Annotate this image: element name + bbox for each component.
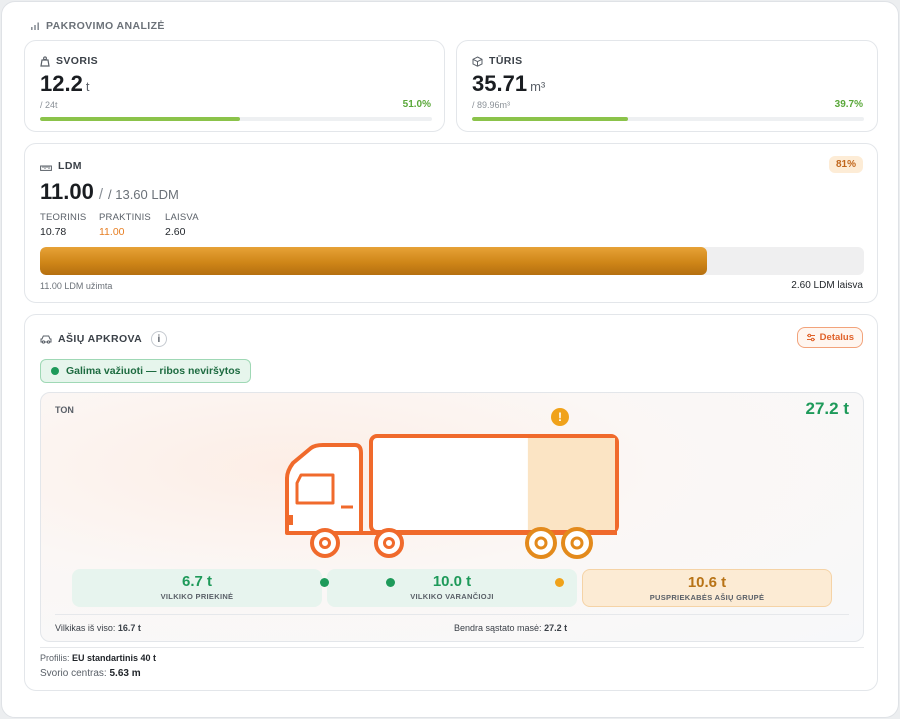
panel-title: PAKROVIMO ANALIZĖ xyxy=(46,20,165,32)
volume-label-row: TŪRIS xyxy=(472,55,523,67)
weight-progress-bar xyxy=(40,117,432,121)
combo-total: Bendra sąstato masė: 27.2 t xyxy=(454,623,567,633)
ldm-value-row: 11.00 / / 13.60 LDM xyxy=(40,179,179,205)
volume-card: TŪRIS 35.71 m³ / 89.96m³ 39.7% xyxy=(456,40,878,132)
volume-progress-bar xyxy=(472,117,864,121)
weight-icon xyxy=(40,55,50,67)
weight-label-row: SVORIS xyxy=(40,55,98,67)
ruler-icon xyxy=(40,165,52,171)
car-icon xyxy=(40,335,52,344)
profile-label: Profilis: xyxy=(40,653,70,663)
tractor-total-label: Vilkikas iš viso: xyxy=(55,623,116,633)
weight-percent: 51.0% xyxy=(402,99,431,110)
ldm-card: LDM 81% 11.00 / / 13.60 LDM TEORINIS 10.… xyxy=(24,143,878,303)
ldm-stat-value: 10.78 xyxy=(40,226,67,238)
ldm-progress-fill xyxy=(40,247,707,275)
ldm-stat-label: TEORINIS xyxy=(40,212,87,223)
axle-front-status-dot xyxy=(320,578,329,587)
bar-chart-icon xyxy=(31,22,39,30)
weight-label: SVORIS xyxy=(56,55,99,67)
info-button[interactable]: i xyxy=(151,331,168,347)
axle-load-card: AŠIŲ APKROVA i Detalus Galima važiuoti —… xyxy=(24,314,878,691)
ldm-stat-value: 2.60 xyxy=(165,226,186,238)
ldm-label-row: LDM xyxy=(40,160,82,172)
weight-unit: t xyxy=(85,79,90,94)
axle-group-name: VILKIKO PRIEKINĖ xyxy=(160,592,234,601)
profile-value: EU standartinis 40 t xyxy=(72,653,157,663)
footer-divider xyxy=(40,647,864,648)
ldm-progress-bar xyxy=(40,247,864,275)
ldm-label: LDM xyxy=(58,160,82,172)
ldm-stat-practical: PRAKTINIS 11.00 xyxy=(99,212,151,238)
weight-progress-fill xyxy=(40,117,240,121)
volume-progress-fill xyxy=(472,117,628,121)
axle-label: AŠIŲ APKROVA xyxy=(58,333,143,345)
volume-capacity: / 89.96m³ xyxy=(472,100,511,110)
weight-value-row: 12.2 t xyxy=(40,71,89,97)
axle-group-value: 10.6 t xyxy=(687,574,727,591)
analysis-panel: PAKROVIMO ANALIZĖ SVORIS 12.2 t / 24t 51.… xyxy=(1,1,899,718)
weight-card: SVORIS 12.2 t / 24t 51.0% xyxy=(24,40,445,132)
axle-trailer-status-dot xyxy=(555,578,564,587)
axle-label-row: AŠIŲ APKROVA i xyxy=(40,331,168,347)
combo-total-label: Bendra sąstato masė: xyxy=(454,623,542,633)
cog-value: 5.63 m xyxy=(109,668,141,679)
weight-value: 12.2 xyxy=(40,71,83,96)
ldm-stat-label: LAISVA xyxy=(165,212,199,223)
warning-icon[interactable]: ! xyxy=(551,408,569,426)
ldm-total: / 13.60 LDM xyxy=(108,187,179,202)
totals-divider xyxy=(55,614,849,615)
axle-group-name: VILKIKO VARANČIOJI xyxy=(410,592,494,601)
profile-row: Profilis: EU standartinis 40 t xyxy=(40,653,156,663)
volume-unit: m³ xyxy=(530,79,546,94)
volume-percent: 39.7% xyxy=(834,99,863,110)
status-text: Galima važiuoti — ribos neviršytos xyxy=(66,365,241,377)
weight-capacity: / 24t xyxy=(40,100,58,110)
box-icon xyxy=(472,55,483,67)
ldm-stat-value: 11.00 xyxy=(99,226,125,238)
axle-group-value: 10.0 t xyxy=(432,573,472,590)
ldm-value: 11.00 xyxy=(40,179,94,204)
axle-group-front: 6.7 t VILKIKO PRIEKINĖ xyxy=(72,569,322,607)
status-dot-icon xyxy=(51,367,59,375)
panel-header: PAKROVIMO ANALIZĖ xyxy=(30,20,165,32)
ldm-free-text: 2.60 LDM laisva xyxy=(791,280,863,291)
axle-group-name: PUSPRIEKABĖS AŠIŲ GRUPĖ xyxy=(649,593,765,602)
tractor-total-value: 16.7 t xyxy=(117,623,141,633)
ldm-stat-label: PRAKTINIS xyxy=(99,212,151,223)
details-button-label: Detalus xyxy=(819,332,854,343)
sliders-icon xyxy=(806,333,815,342)
total-weight: 27.2 t xyxy=(805,399,849,418)
cog-label: Svorio centras: xyxy=(40,668,107,679)
cargo-load-area xyxy=(527,438,615,530)
volume-label: TŪRIS xyxy=(489,55,523,67)
axle-group-trailer: 10.6 t PUSPRIEKABĖS AŠIŲ GRUPĖ xyxy=(582,569,832,607)
truck-icon xyxy=(285,434,619,559)
unit-label: TON xyxy=(55,405,74,415)
ldm-stat-theoretical: TEORINIS 10.78 xyxy=(40,212,86,238)
ldm-percent-badge: 81% xyxy=(828,156,863,173)
volume-value-row: 35.71 m³ xyxy=(472,71,545,97)
combo-total-value: 27.2 t xyxy=(544,623,568,633)
ldm-used-text: 11.00 LDM užimta xyxy=(40,281,113,291)
tractor-total: Vilkikas iš viso: 16.7 t xyxy=(55,623,141,633)
axle-group-drive: 10.0 t VILKIKO VARANČIOJI xyxy=(327,569,577,607)
cog-row: Svorio centras: 5.63 m xyxy=(40,668,141,679)
ldm-separator: / xyxy=(98,186,104,203)
volume-value: 35.71 xyxy=(472,71,528,96)
axle-drive-status-dot xyxy=(386,578,395,587)
status-badge: Galima važiuoti — ribos neviršytos xyxy=(40,359,252,383)
details-button[interactable]: Detalus xyxy=(796,327,863,348)
axle-group-value: 6.7 t xyxy=(181,573,212,590)
ldm-stat-free: LAISVA 2.60 xyxy=(165,212,199,238)
